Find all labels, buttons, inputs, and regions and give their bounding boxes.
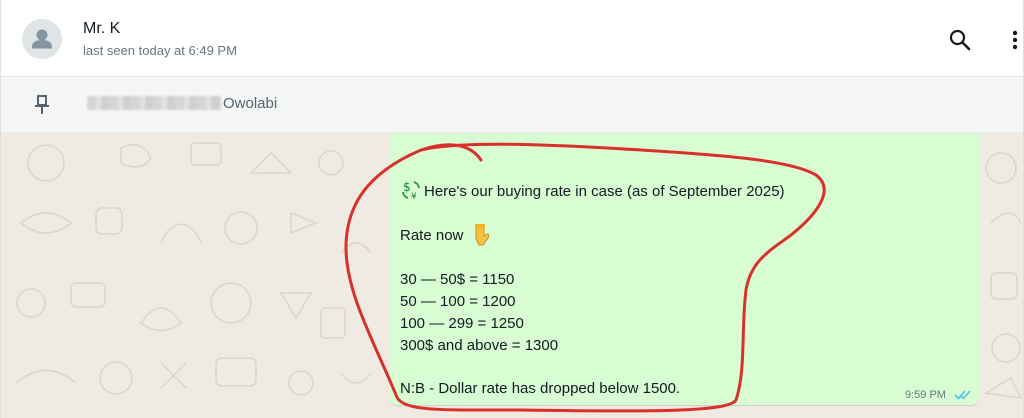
message-timestamp: 9:59 PM [905, 389, 946, 401]
read-receipt-icon [954, 388, 972, 406]
kebab-menu-icon[interactable] [1011, 28, 1019, 57]
pointing-down-hand-icon [472, 222, 494, 251]
chat-header: Mr. K last seen today at 6:49 PM [1, 0, 1023, 77]
rate-line: 100 — 299 = 1250 [400, 315, 524, 332]
rate-line: 30 — 50$ = 1150 [400, 271, 515, 288]
search-icon[interactable] [948, 28, 972, 57]
rate-line: 300$ and above = 1300 [400, 337, 559, 354]
note-line: N:B - Dollar rate has dropped below 1500… [400, 380, 681, 397]
last-seen-status: last seen today at 6:49 PM [83, 43, 237, 58]
default-user-icon [32, 29, 52, 49]
whatsapp-chat-window: Mr. K last seen today at 6:49 PM Owolabi… [0, 0, 1024, 418]
contact-name[interactable]: Mr. K [83, 20, 120, 38]
message-intro-text: Here's our buying rate in case (as of Se… [424, 183, 785, 200]
svg-text:$: $ [403, 180, 411, 194]
rate-now-label: Rate now [400, 227, 464, 244]
rate-line: 50 — 100 = 1200 [400, 293, 516, 310]
redacted-name-block [87, 96, 221, 110]
avatar[interactable] [22, 19, 62, 59]
pin-icon [34, 94, 50, 121]
svg-text:¥: ¥ [411, 192, 417, 201]
currency-exchange-emoji-icon: $ ¥ [400, 179, 422, 206]
pinned-message-text: Owolabi [223, 95, 278, 112]
message-bubble[interactable] [389, 133, 979, 405]
